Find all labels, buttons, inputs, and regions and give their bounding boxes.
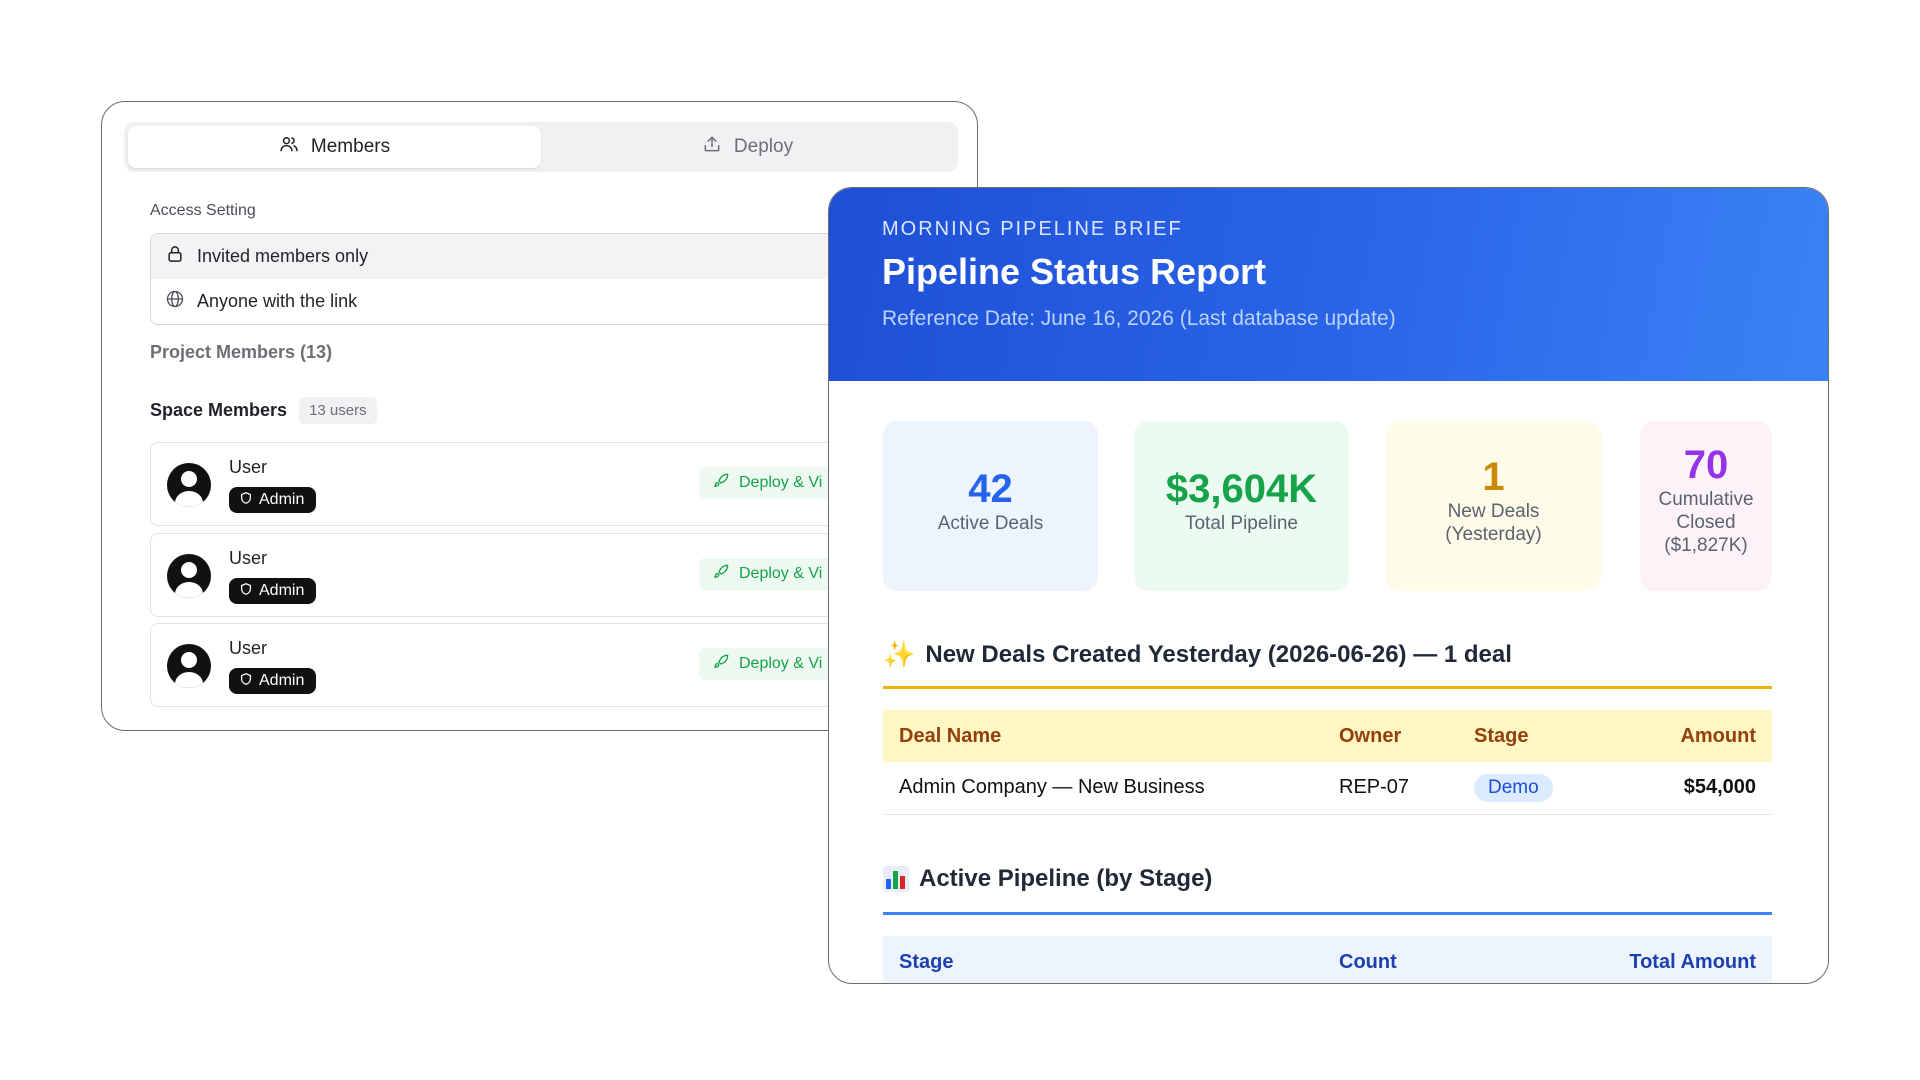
deploy-permission-chip[interactable]: Deploy & Vi xyxy=(699,648,837,680)
lock-icon xyxy=(165,244,185,269)
role-chip[interactable]: Admin xyxy=(229,578,317,604)
deal-name-cell: Admin Company — New Business xyxy=(883,762,1323,815)
deploy-permission-label: Deploy & Vi xyxy=(739,565,823,582)
avatar xyxy=(167,644,211,688)
new-deals-heading: ✨ New Deals Created Yesterday (2026-06-2… xyxy=(883,639,1512,670)
avatar xyxy=(167,554,211,598)
access-option-label: Anyone with the link xyxy=(197,291,358,311)
column-header: Owner xyxy=(1323,710,1458,762)
sparkle-icon: ✨ xyxy=(883,639,916,669)
column-header: Total Amount xyxy=(1485,936,1772,983)
space-members-title: Space Members xyxy=(150,400,288,420)
kpi-label: New Deals (Yesterday) xyxy=(1445,501,1542,545)
kpi-value: 1 xyxy=(1482,455,1505,499)
report-title: Pipeline Status Report xyxy=(882,251,1267,292)
shield-icon xyxy=(239,672,253,691)
deploy-permission-chip[interactable]: Deploy & Vi xyxy=(699,558,837,590)
bar-chart-icon xyxy=(883,866,909,892)
report-kicker: MORNING PIPELINE BRIEF xyxy=(882,218,1183,240)
upload-icon xyxy=(702,134,722,160)
tab-deploy-label: Deploy xyxy=(733,136,794,157)
column-header: Stage xyxy=(883,936,1323,983)
column-header: Count xyxy=(1323,936,1486,983)
new-deals-heading-text: New Deals Created Yesterday (2026-06-26)… xyxy=(925,640,1512,668)
stage-cell: Demo xyxy=(1458,762,1618,815)
kpi-total-pipeline: $3,604K Total Pipeline xyxy=(1134,421,1349,591)
new-deals-rule xyxy=(883,686,1772,689)
table-header-row: Stage Count Total Amount xyxy=(883,936,1772,983)
kpi-value: 70 xyxy=(1683,443,1729,487)
role-chip[interactable]: Admin xyxy=(229,668,317,694)
column-header: Deal Name xyxy=(883,710,1323,762)
pipeline-report-panel: MORNING PIPELINE BRIEF Pipeline Status R… xyxy=(828,187,1829,984)
new-deals-table: Deal Name Owner Stage Amount Admin Compa… xyxy=(883,710,1772,815)
space-members-count-badge: 13 users xyxy=(299,397,377,424)
project-members-label: Project Members (13) xyxy=(150,342,333,362)
rocket-icon xyxy=(713,473,729,494)
rocket-icon xyxy=(713,654,729,675)
rocket-icon xyxy=(713,564,729,585)
pipeline-heading-text: Active Pipeline (by Stage) xyxy=(919,865,1213,892)
globe-icon xyxy=(165,289,185,314)
shield-icon xyxy=(239,491,253,510)
report-header: MORNING PIPELINE BRIEF Pipeline Status R… xyxy=(829,188,1828,381)
tab-deploy[interactable]: Deploy xyxy=(541,126,954,168)
kpi-value: 42 xyxy=(968,467,1013,511)
role-label: Admin xyxy=(259,491,305,508)
amount-cell: $54,000 xyxy=(1617,762,1772,815)
kpi-new-deals: 1 New Deals (Yesterday) xyxy=(1386,421,1601,591)
kpi-active-deals: 42 Active Deals xyxy=(883,421,1098,591)
shield-icon xyxy=(239,582,253,601)
kpi-label: Cumulative Closed ($1,827K) xyxy=(1658,489,1754,556)
avatar xyxy=(167,463,211,507)
member-name: User xyxy=(229,457,268,477)
tab-members[interactable]: Members xyxy=(128,126,541,168)
kpi-label: Active Deals xyxy=(937,513,1044,534)
deploy-permission-label: Deploy & Vi xyxy=(739,474,823,491)
pipeline-rule xyxy=(883,912,1772,915)
deploy-permission-chip[interactable]: Deploy & Vi xyxy=(699,467,837,499)
space-members-header: Space Members 13 users xyxy=(150,397,377,424)
access-option-label: Invited members only xyxy=(197,246,369,266)
tab-bar: Members Deploy xyxy=(124,122,958,172)
column-header: Stage xyxy=(1458,710,1618,762)
pipeline-heading: Active Pipeline (by Stage) xyxy=(883,865,1212,893)
member-name: User xyxy=(229,638,268,658)
kpi-label: Total Pipeline xyxy=(1184,513,1299,534)
kpi-cumulative-closed: 70 Cumulative Closed ($1,827K) xyxy=(1640,421,1772,591)
table-header-row: Deal Name Owner Stage Amount xyxy=(883,710,1772,762)
stage-badge: Demo xyxy=(1474,773,1553,802)
tab-members-label: Members xyxy=(310,136,391,157)
table-row[interactable]: Admin Company — New Business REP-07 Demo… xyxy=(883,762,1772,815)
deploy-permission-label: Deploy & Vi xyxy=(739,655,823,672)
role-label: Admin xyxy=(259,672,305,689)
access-setting-label: Access Setting xyxy=(150,202,256,219)
reference-date: Reference Date: June 16, 2026 (Last data… xyxy=(882,307,1396,330)
kpi-value: $3,604K xyxy=(1165,467,1318,511)
column-header: Amount xyxy=(1617,710,1772,762)
pipeline-table: Stage Count Total Amount xyxy=(883,936,1772,983)
users-icon xyxy=(279,134,299,160)
owner-cell: REP-07 xyxy=(1323,762,1458,815)
role-label: Admin xyxy=(259,582,305,599)
role-chip[interactable]: Admin xyxy=(229,487,317,513)
member-name: User xyxy=(229,548,268,568)
